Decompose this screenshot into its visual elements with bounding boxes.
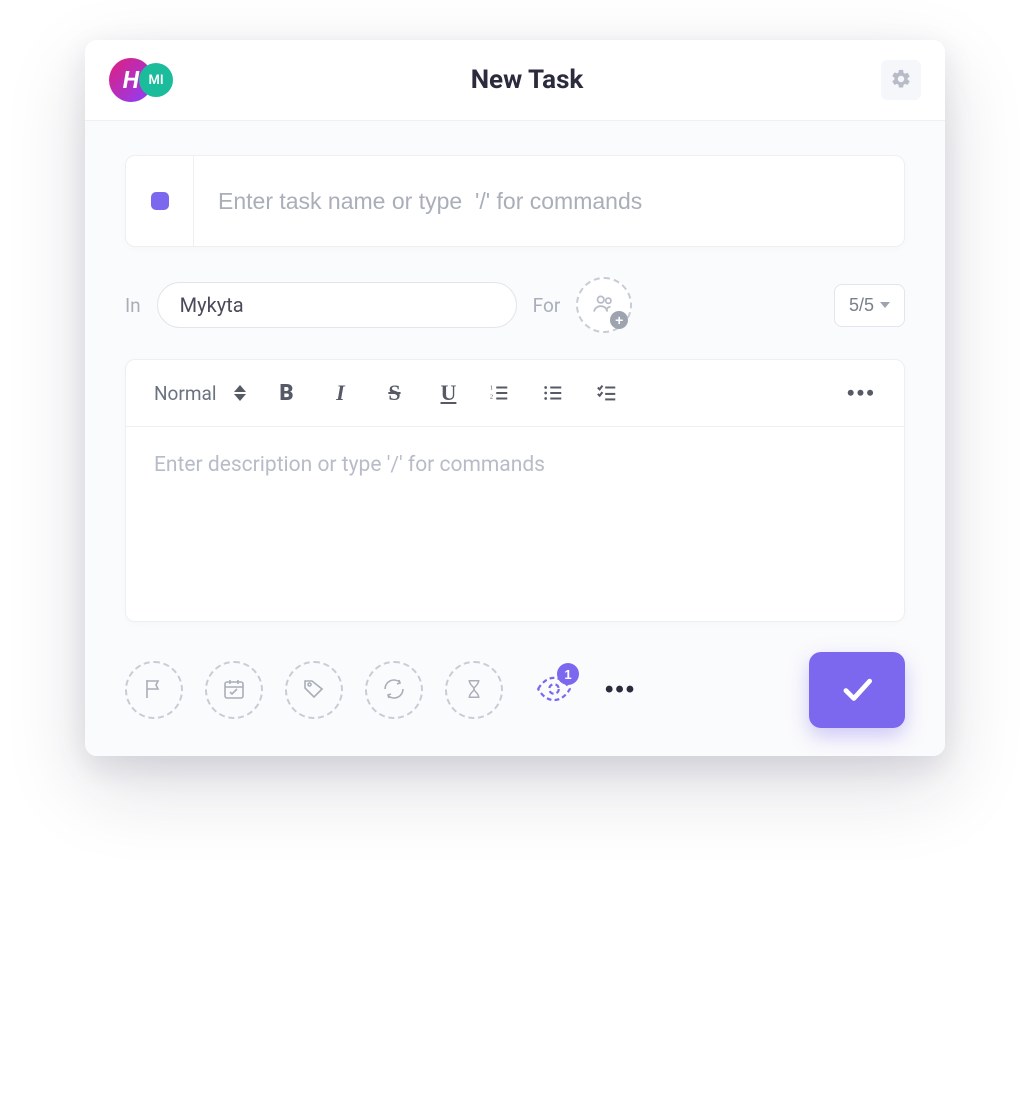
time-estimate-button[interactable] xyxy=(445,661,503,719)
strikethrough-button[interactable]: S xyxy=(380,380,408,406)
modal-title: New Task xyxy=(471,65,584,95)
new-task-modal: H MI New Task In Mykyta For + xyxy=(85,40,945,756)
chevron-down-icon xyxy=(880,302,890,308)
count-label: 5/5 xyxy=(849,295,874,316)
custom-fields-toggle[interactable]: 5/5 xyxy=(834,284,905,327)
plus-icon: + xyxy=(610,311,628,329)
priority-button[interactable] xyxy=(125,661,183,719)
bold-button[interactable]: B xyxy=(272,381,300,406)
unordered-list-button[interactable] xyxy=(542,382,570,404)
settings-button[interactable] xyxy=(881,60,921,100)
calendar-icon xyxy=(222,677,246,704)
checklist-button[interactable] xyxy=(596,382,624,404)
repeat-icon xyxy=(382,677,406,704)
recurring-button[interactable] xyxy=(365,661,423,719)
hourglass-icon xyxy=(463,677,485,704)
avatar-stack: H MI xyxy=(109,58,173,102)
description-input[interactable] xyxy=(154,453,876,477)
in-label: In xyxy=(125,294,141,317)
location-picker[interactable]: Mykyta xyxy=(157,282,517,328)
footer-more-button[interactable]: ••• xyxy=(605,676,636,704)
editor-toolbar: Normal B I S U 12 ••• xyxy=(126,360,904,427)
format-select[interactable]: Normal xyxy=(154,382,246,405)
flag-icon xyxy=(142,677,166,704)
tag-icon xyxy=(302,677,326,704)
toolbar-more-button[interactable]: ••• xyxy=(847,380,876,406)
modal-header: H MI New Task xyxy=(85,40,945,121)
task-name-input[interactable] xyxy=(194,188,904,215)
footer-actions: 1 ••• xyxy=(125,652,905,728)
user-avatar[interactable]: MI xyxy=(139,63,173,97)
status-picker[interactable] xyxy=(126,156,194,246)
meta-row: In Mykyta For + 5/5 xyxy=(125,277,905,333)
description-editor: Normal B I S U 12 ••• xyxy=(125,359,905,622)
watchers-badge: 1 xyxy=(557,663,579,685)
format-label: Normal xyxy=(154,382,216,405)
underline-button[interactable]: U xyxy=(434,380,462,406)
modal-body: In Mykyta For + 5/5 Normal xyxy=(85,121,945,756)
create-task-button[interactable] xyxy=(809,652,905,728)
status-indicator xyxy=(151,192,169,210)
task-name-row xyxy=(125,155,905,247)
editor-body xyxy=(126,427,904,621)
for-label: For xyxy=(533,294,561,317)
select-arrows-icon xyxy=(234,385,246,401)
check-icon xyxy=(838,670,876,711)
gear-icon xyxy=(890,68,912,93)
svg-text:1: 1 xyxy=(490,384,493,391)
due-date-button[interactable] xyxy=(205,661,263,719)
watchers-button[interactable]: 1 xyxy=(525,661,583,719)
ordered-list-button[interactable]: 12 xyxy=(488,382,516,404)
italic-button[interactable]: I xyxy=(326,380,354,406)
add-assignee-button[interactable]: + xyxy=(576,277,632,333)
svg-text:2: 2 xyxy=(490,394,493,401)
tags-button[interactable] xyxy=(285,661,343,719)
